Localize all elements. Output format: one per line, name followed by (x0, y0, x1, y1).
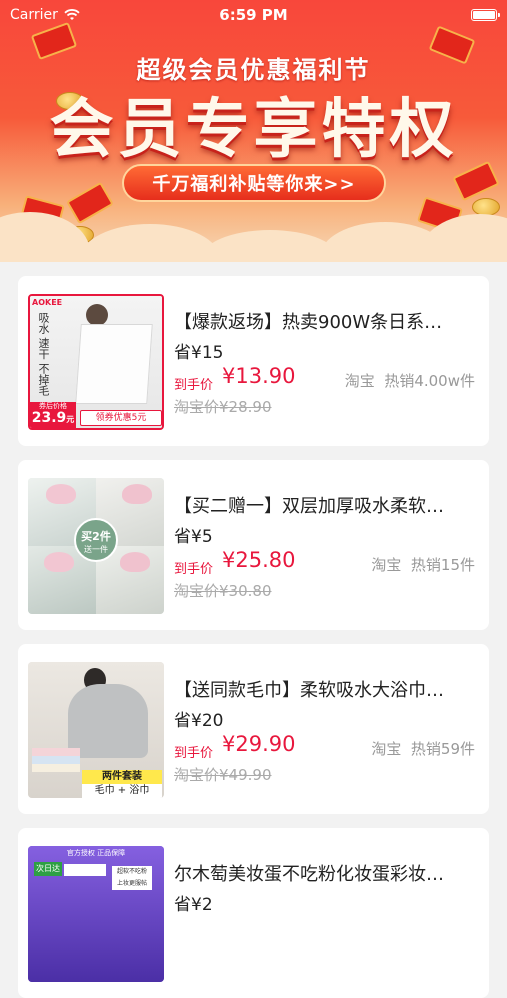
product-card[interactable]: 官方授权 正品保障 次日达 超软不吃粉 上妆更服帖 尔木萄美妆蛋不吃粉化妆蛋彩妆… (18, 828, 489, 998)
final-price-label: 到手价 (174, 562, 214, 577)
savings-amount: 省¥5 (174, 527, 213, 547)
next-day-badge: 次日达 (34, 862, 62, 876)
savings-amount: 省¥15 (174, 343, 224, 363)
savings-amount: 省¥20 (174, 711, 224, 731)
shop-name: 淘宝 (344, 372, 375, 390)
grey-towel-shape (68, 684, 148, 758)
bundle-contents: 毛巾 + 浴巾 (82, 784, 162, 798)
final-price-label: 到手价 (174, 378, 214, 393)
cloud-decoration (200, 230, 340, 262)
pink-hair-towel (120, 552, 150, 572)
product-thumbnail[interactable]: 买2件 送一件 (28, 478, 164, 614)
shop-sales: 淘宝 热销15件 (371, 554, 475, 575)
pink-hair-towel (122, 484, 152, 504)
product-title[interactable]: 【送同款毛巾】柔软吸水大浴巾… (174, 676, 474, 702)
product-card[interactable]: 买2件 送一件 【买二赠一】双层加厚吸水柔软… 省¥5 到手价 ¥25.80 淘… (18, 460, 489, 630)
cloud-decoration (80, 224, 220, 262)
wifi-icon (64, 9, 80, 20)
carrier-info: Carrier (10, 7, 80, 23)
sales-count: 热销15件 (410, 556, 475, 574)
original-price: 淘宝价¥49.90 (174, 766, 272, 784)
product-title[interactable]: 尔木萄美妆蛋不吃粉化妆蛋彩妆… (174, 860, 474, 886)
bundle-tag: 两件套装 (82, 770, 162, 784)
product-title[interactable]: 【买二赠一】双层加厚吸水柔软… (174, 492, 474, 518)
feature-sticker-line2: 上妆更服帖 (116, 880, 147, 887)
product-title[interactable]: 【爆款返场】热卖900W条日系… (174, 308, 474, 334)
original-price: 淘宝价¥30.80 (174, 582, 272, 600)
towel-stack (32, 748, 80, 756)
promo-price: 23.9元 (30, 411, 76, 427)
pink-hair-towel (44, 552, 74, 572)
towel-stack (32, 756, 80, 764)
feature-sticker: 超软不吃粉 上妆更服帖 (112, 866, 152, 890)
product-list[interactable]: AOKEE 吸水 速干 不掉毛 券后价格 23.9元 领券优惠5元 【爆款返场】… (0, 262, 507, 998)
sales-count: 热销59件 (410, 740, 475, 758)
authorization-header: 官方授权 正品保障 (66, 849, 126, 857)
promo-badge-bottom: 送一件 (84, 545, 108, 554)
towel-stack (32, 764, 80, 772)
product-thumbnail[interactable]: AOKEE 吸水 速干 不掉毛 券后价格 23.9元 领券优惠5元 (28, 294, 164, 430)
banner-cta-button[interactable]: 千万福利补贴等你来>> (122, 164, 386, 202)
final-price: ¥13.90 (222, 364, 296, 388)
final-price-label: 到手价 (174, 746, 214, 761)
promo-price-unit: 元 (66, 415, 75, 424)
original-price: 淘宝价¥28.90 (174, 398, 272, 416)
shop-sales: 淘宝 热销59件 (371, 738, 475, 759)
brand-label: AOKEE (32, 298, 63, 307)
model-head (86, 304, 108, 326)
sales-count: 热销4.00w件 (384, 372, 475, 390)
feature-sticker-line1: 超软不吃粉 (116, 868, 147, 875)
promo-price-value: 23.9 (31, 410, 67, 426)
clock: 6:59 PM (219, 6, 288, 24)
promo-price-badge: 券后价格 23.9元 (30, 402, 76, 428)
coupon-tag: 领券优惠5元 (80, 410, 162, 426)
towel-shape (75, 324, 153, 404)
savings-amount: 省¥2 (174, 895, 213, 915)
pink-hair-towel (46, 484, 76, 504)
final-price: ¥25.80 (222, 548, 296, 572)
promo-badge-top: 买2件 (81, 530, 111, 543)
red-envelope-icon (66, 181, 114, 225)
final-price: ¥29.90 (222, 732, 296, 756)
shop-sales: 淘宝 热销4.00w件 (345, 370, 475, 391)
banner-title: 会员专享特权 (49, 93, 458, 167)
promo-badge: 买2件 送一件 (74, 518, 118, 562)
battery-icon (471, 9, 500, 21)
carrier-label: Carrier (10, 7, 58, 23)
label-strip (64, 864, 106, 876)
status-bar: Carrier 6:59 PM (0, 0, 507, 30)
product-thumbnail[interactable]: 两件套装 毛巾 + 浴巾 (28, 662, 164, 798)
product-card[interactable]: AOKEE 吸水 速干 不掉毛 券后价格 23.9元 领券优惠5元 【爆款返场】… (18, 276, 489, 446)
shop-name: 淘宝 (371, 740, 402, 758)
feature-text: 吸水 速干 不掉毛 (37, 312, 50, 396)
promo-banner[interactable]: Carrier 6:59 PM 超级会员优惠福利节 会员专享特权 千万福利补贴等… (0, 0, 507, 262)
product-thumbnail[interactable]: 官方授权 正品保障 次日达 超软不吃粉 上妆更服帖 (28, 846, 164, 982)
shop-name: 淘宝 (371, 556, 402, 574)
product-card[interactable]: 两件套装 毛巾 + 浴巾 【送同款毛巾】柔软吸水大浴巾… 省¥20 到手价 ¥2… (18, 644, 489, 814)
